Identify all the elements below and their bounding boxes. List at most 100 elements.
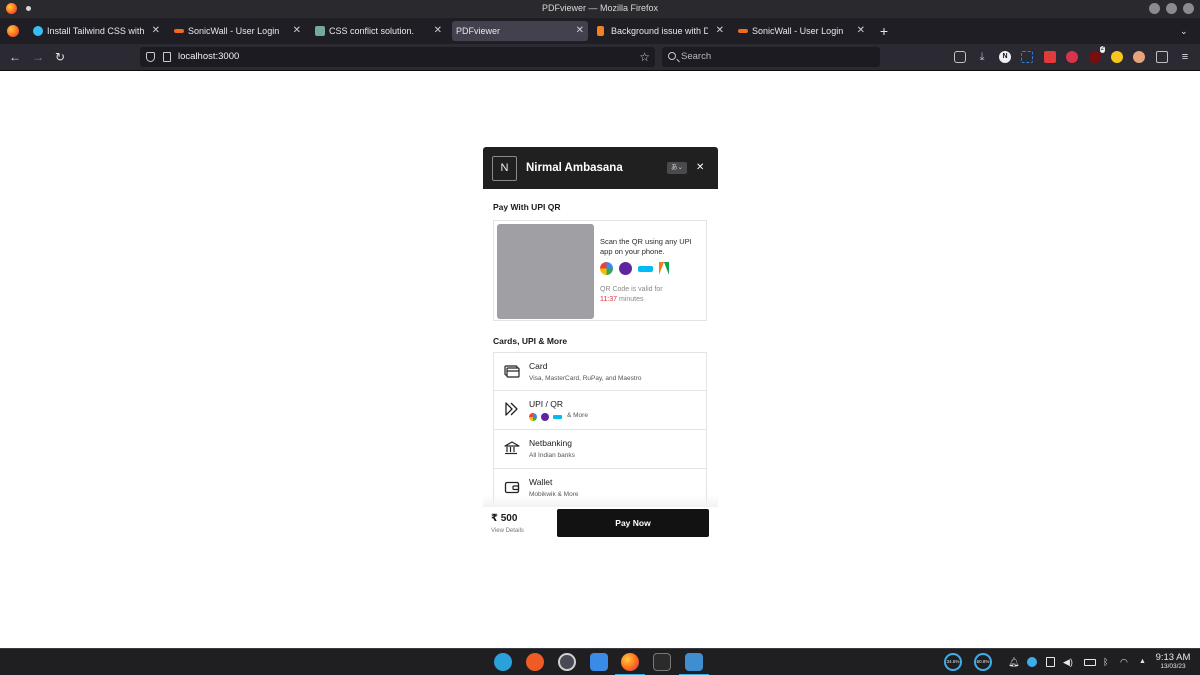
postman-icon[interactable] (526, 653, 544, 671)
qr-instruction: Scan the QR using any UPI app on your ph… (600, 237, 692, 256)
method-card[interactable]: Card Visa, MasterCard, RuPay, and Maestr… (493, 352, 707, 391)
grid-extension-icon[interactable] (1021, 51, 1033, 63)
checkout-body[interactable]: Pay With UPI QR Scan the QR using any UP… (483, 189, 718, 507)
view-details-link[interactable]: View Details (491, 528, 524, 534)
close-tab-icon[interactable]: ✕ (857, 21, 865, 41)
close-checkout-button[interactable]: ✕ (696, 147, 704, 189)
telegram-icon[interactable] (494, 653, 512, 671)
face-extension-icon[interactable] (1133, 51, 1145, 63)
firefox-icon[interactable] (615, 653, 645, 675)
tracking-protection-icon[interactable] (146, 52, 155, 62)
tab-sonicwall-2[interactable]: SonicWall - User Login ✕ (734, 21, 869, 41)
navigation-toolbar: ← → ↻ localhost:3000 ☆ Search ⤓ N 2 ≡ (0, 44, 1200, 71)
method-netbanking[interactable]: Netbanking All Indian banks (493, 430, 707, 469)
tab-label: SonicWall - User Login (188, 26, 280, 36)
puzzle-icon[interactable] (1156, 51, 1168, 63)
tab-css-conflict[interactable]: CSS conflict solution. ✕ (311, 21, 446, 41)
clock-time: 9:13 AM (1155, 652, 1191, 663)
method-subtitle: Visa, MasterCard, RuPay, and Maestro (529, 375, 642, 382)
phonepe-icon (541, 413, 549, 421)
list-all-tabs-button[interactable]: ⌄ (1180, 21, 1188, 41)
close-tab-icon[interactable]: ✕ (152, 21, 160, 41)
notifications-icon[interactable]: 🔔︎ (1008, 654, 1019, 670)
gpay-icon (529, 413, 537, 421)
tab-strip: Install Tailwind CSS with Ne ✕ SonicWall… (0, 18, 1200, 44)
memory-gauge[interactable]: 60.8% (974, 653, 992, 671)
reload-button[interactable]: ↻ (53, 50, 67, 64)
search-placeholder[interactable]: Search (681, 47, 711, 67)
search-bar[interactable]: Search (662, 47, 880, 67)
gpay-icon (600, 262, 613, 275)
volume-icon[interactable]: ◀︎) (1063, 654, 1073, 670)
battery-icon[interactable] (1084, 659, 1096, 666)
tab-label: PDFviewer (456, 26, 501, 36)
finder-icon[interactable] (590, 653, 608, 671)
back-button[interactable]: ← (8, 50, 22, 64)
page-info-icon[interactable] (163, 52, 171, 62)
tab-label: SonicWall - User Login (752, 26, 844, 36)
tab-tailwind[interactable]: Install Tailwind CSS with Ne ✕ (29, 21, 164, 41)
close-tab-icon[interactable]: ✕ (716, 21, 724, 41)
url-bar[interactable]: localhost:3000 ☆ (140, 47, 655, 67)
method-title: Wallet (529, 477, 553, 487)
method-upi[interactable]: UPI / QR & More (493, 391, 707, 430)
ublock-icon[interactable]: 2 (1089, 46, 1105, 63)
checkout-footer: ₹ 500 View Details Pay Now (483, 507, 718, 542)
bluetooth-icon[interactable]: ᛒ (1103, 654, 1108, 670)
firefox-view-icon[interactable] (7, 25, 19, 37)
obs-icon[interactable] (558, 653, 576, 671)
order-amount: ₹ 500 (491, 513, 518, 524)
url-text[interactable]: localhost:3000 (178, 47, 239, 67)
updates-icon[interactable] (1027, 657, 1037, 667)
minimize-button[interactable] (1149, 3, 1160, 14)
pay-now-button[interactable]: Pay Now (557, 509, 709, 537)
qr-timer: 11:37 (600, 296, 617, 303)
cpu-gauge[interactable]: 34.5% (944, 653, 962, 671)
qr-validity: QR Code is valid for 11:37 minutes (600, 285, 663, 305)
method-subtitle: Mobikwik & More (529, 491, 579, 498)
wifi-icon[interactable]: ◠ (1120, 654, 1128, 670)
checkout-modal: N Nirmal Ambasana あ⌄ ✕ Pay With UPI QR S… (483, 147, 718, 542)
qr-valid-label: QR Code is valid for (600, 286, 663, 293)
terminal-icon[interactable] (653, 653, 671, 671)
clipboard-icon[interactable] (1046, 657, 1055, 667)
method-title: Netbanking (529, 438, 573, 448)
page-viewport: N Nirmal Ambasana あ⌄ ✕ Pay With UPI QR S… (0, 71, 1200, 648)
sonicwall-icon (738, 29, 748, 33)
search-icon (668, 52, 676, 60)
tab-sonicwall-1[interactable]: SonicWall - User Login ✕ (170, 21, 305, 41)
qr-timer-unit: minutes (618, 296, 644, 303)
tab-label: Background issue with Dai (611, 26, 708, 36)
new-tab-button[interactable]: + (877, 21, 891, 41)
window-titlebar: PDFviewer — Mozilla Firefox (0, 0, 1200, 18)
pocket-icon[interactable] (954, 51, 966, 63)
app-menu-icon[interactable]: ≡ (1178, 50, 1192, 64)
tab-background-issue[interactable]: Background issue with Dai ✕ (593, 21, 728, 41)
maximize-button[interactable] (1166, 3, 1177, 14)
close-window-button[interactable] (1183, 3, 1194, 14)
apple-menu-icon[interactable] (10, 654, 26, 670)
downloads-icon[interactable]: ⤓ (976, 51, 988, 63)
close-tab-icon[interactable]: ✕ (576, 21, 584, 41)
sun-extension-icon[interactable] (1111, 51, 1123, 63)
plane-extension-icon[interactable] (1066, 51, 1078, 63)
tray-expand-icon[interactable]: ▲ (1139, 654, 1146, 670)
close-tab-icon[interactable]: ✕ (434, 21, 442, 41)
tab-label: Install Tailwind CSS with Ne (47, 26, 144, 36)
clock[interactable]: 9:13 AM 13/03/23 (1150, 652, 1196, 671)
bookmark-star-icon[interactable]: ☆ (639, 47, 650, 67)
qr-code-image (497, 224, 594, 319)
forward-button[interactable]: → (31, 50, 45, 64)
method-subtitle: All Indian banks (529, 452, 575, 459)
bank-icon (504, 441, 520, 455)
method-wallet[interactable]: Wallet Mobikwik & More (493, 469, 707, 507)
language-button[interactable]: あ⌄ (667, 162, 687, 174)
color-picker-icon[interactable] (1044, 51, 1056, 63)
tab-pdfviewer[interactable]: PDFviewer ✕ (452, 21, 588, 41)
ublock-badge: 2 (1099, 46, 1105, 53)
upi-icon (505, 402, 518, 416)
vscode-icon[interactable] (679, 653, 709, 675)
close-tab-icon[interactable]: ✕ (293, 21, 301, 41)
n-extension-icon[interactable]: N (999, 51, 1011, 63)
upi-qr-heading: Pay With UPI QR (493, 202, 561, 212)
